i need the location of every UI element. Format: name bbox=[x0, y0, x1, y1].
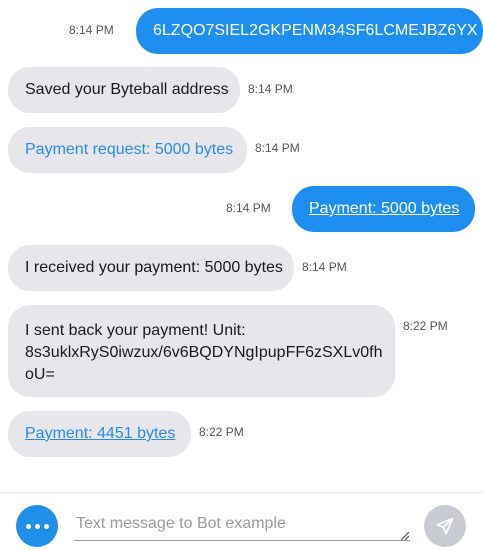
send-icon bbox=[436, 517, 454, 535]
more-horizontal-icon-dot bbox=[43, 523, 49, 529]
incoming-message-bubble: Payment: 4451 bytes bbox=[8, 411, 191, 457]
message-time: 8:14 PM bbox=[302, 260, 347, 274]
message-time: 8:14 PM bbox=[248, 82, 293, 96]
message-text: 6LZQO7SIEL2GKPENM34SF6LCMEJBZ6YX bbox=[153, 22, 478, 39]
outgoing-message-bubble: 6LZQO7SIEL2GKPENM34SF6LCMEJBZ6YX bbox=[136, 8, 483, 54]
chat-screen: 8:14 PM 6LZQO7SIEL2GKPENM34SF6LCMEJBZ6YX… bbox=[0, 0, 483, 550]
message-time: 8:22 PM bbox=[403, 319, 448, 333]
message-input[interactable] bbox=[74, 507, 410, 541]
message-text: Saved your Byteball address bbox=[25, 81, 229, 98]
incoming-message-bubble: I sent back your payment! Unit: 8s3uklxR… bbox=[8, 305, 395, 397]
message-line: oU= bbox=[25, 366, 55, 383]
message-time: 8:22 PM bbox=[199, 425, 244, 439]
message-line: 8s3uklxRyS0iwzux/6v6BQDYNgIpupFF6zSXLv0f… bbox=[25, 344, 383, 361]
send-button[interactable] bbox=[424, 505, 466, 547]
more-horizontal-icon bbox=[25, 523, 31, 529]
message-time: 8:14 PM bbox=[69, 23, 114, 37]
message-time: 8:14 PM bbox=[226, 201, 271, 215]
incoming-message-bubble: Payment request: 5000 bytes bbox=[8, 127, 247, 173]
payment-request-link[interactable]: Payment request: 5000 bytes bbox=[25, 139, 233, 161]
more-horizontal-icon-dot bbox=[34, 523, 40, 529]
payment-link[interactable]: Payment: 4451 bytes bbox=[25, 423, 175, 445]
incoming-message-bubble: I received your payment: 5000 bytes bbox=[8, 245, 294, 291]
resize-handle-icon[interactable] bbox=[399, 530, 409, 540]
outgoing-message-bubble: Payment: 5000 bytes bbox=[292, 186, 475, 232]
message-text: I received your payment: 5000 bytes bbox=[25, 259, 283, 276]
payment-link[interactable]: Payment: 5000 bytes bbox=[309, 198, 459, 220]
incoming-message-bubble: Saved your Byteball address bbox=[8, 67, 240, 113]
message-time: 8:14 PM bbox=[255, 141, 300, 155]
message-composer bbox=[0, 492, 483, 550]
more-options-button[interactable] bbox=[16, 505, 58, 547]
message-line: I sent back your payment! Unit: bbox=[25, 322, 246, 339]
message-text: I sent back your payment! Unit: 8s3uklxR… bbox=[25, 320, 383, 386]
